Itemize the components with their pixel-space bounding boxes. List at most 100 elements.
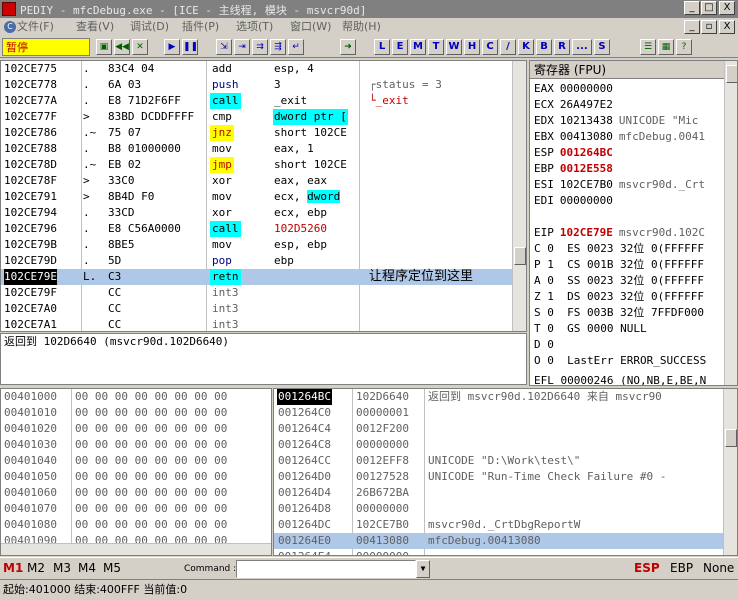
memory-tab-m5[interactable]: M5: [103, 561, 121, 575]
disassembly-pane[interactable]: 102CE775. 83C4 04 add esp, 4 102CE778. 6A 03 p…: [0, 60, 527, 332]
menu-help[interactable]: 帮助(H): [342, 19, 381, 35]
flag-row[interactable]: A 0 SS 0023 32位 0(FFFFFF: [534, 273, 704, 289]
memory-window-button[interactable]: M: [410, 39, 426, 55]
call-stack-window-button[interactable]: K: [518, 39, 534, 55]
trace-into-icon[interactable]: ⇉: [252, 39, 268, 55]
register-value[interactable]: 102CE7B0: [560, 178, 613, 191]
scrollbar-thumb[interactable]: [514, 247, 526, 265]
disasm-row[interactable]: 102CE79B. 8BE5 mov esp, ebp: [1, 237, 512, 253]
registers-scrollbar[interactable]: [724, 61, 737, 385]
flag-row[interactable]: D 0: [534, 337, 554, 353]
child-minimize-button[interactable]: _: [684, 20, 700, 34]
register-value[interactable]: 00000000: [560, 82, 613, 95]
disasm-row[interactable]: 102CE79F CC int3: [1, 285, 512, 301]
menu-options[interactable]: 选项(T): [236, 19, 273, 35]
disasm-row[interactable]: 102CE78F >33C0 xor eax, eax: [1, 173, 512, 189]
dump-row[interactable]: 00401070 00 00 00 00 00 00 00 00: [1, 501, 271, 517]
dump-pane[interactable]: 00401000 00 00 00 00 00 00 00 00 00401010 0…: [0, 388, 272, 556]
dump-hscrollbar[interactable]: [1, 543, 271, 555]
menu-file[interactable]: C 文件(F): [4, 19, 54, 35]
menu-plugins[interactable]: 插件(P): [182, 19, 219, 35]
flag-row[interactable]: O 0 LastErr ERROR_SUCCESS: [534, 353, 706, 369]
modules-window-button[interactable]: E: [392, 39, 408, 55]
options-icon[interactable]: ▦: [658, 39, 674, 55]
chevron-down-icon[interactable]: ▼: [416, 560, 430, 578]
open-icon[interactable]: ▣: [96, 39, 112, 55]
maximize-button[interactable]: □: [701, 1, 717, 15]
help-icon[interactable]: ?: [676, 39, 692, 55]
disassembly-scrollbar[interactable]: [512, 61, 526, 331]
cpu-window-button[interactable]: C: [482, 39, 498, 55]
execute-till-return-icon[interactable]: ↵: [288, 39, 304, 55]
menu-window[interactable]: 窗口(W): [290, 19, 331, 35]
close-program-icon[interactable]: ✕: [132, 39, 148, 55]
source-window-button[interactable]: S: [594, 39, 610, 55]
dump-row[interactable]: 00401080 00 00 00 00 00 00 00 00: [1, 517, 271, 533]
register-value[interactable]: 001264BC: [560, 146, 613, 159]
trace-over-icon[interactable]: ⇶: [270, 39, 286, 55]
stack-row[interactable]: 001264D4 26B672BA: [274, 485, 723, 501]
menu-view[interactable]: 查看(V): [76, 19, 114, 35]
register-value[interactable]: 26A497E2: [560, 98, 613, 111]
stack-mode-ebp[interactable]: EBP: [670, 561, 693, 575]
register-row[interactable]: ESP 001264BC: [534, 145, 619, 161]
disasm-row[interactable]: 102CE77F >83BD DCDDFFFF cmp dword ptr [: [1, 109, 512, 125]
threads-window-button[interactable]: T: [428, 39, 444, 55]
minimize-button[interactable]: _: [684, 1, 700, 15]
registers-pane[interactable]: 寄存器 (FPU) EAX 00000000 ECX 26A497E2 EDX 10213…: [529, 60, 738, 386]
stack-row[interactable]: 001264D8 00000000: [274, 501, 723, 517]
memory-tab-m1[interactable]: M1: [3, 561, 23, 575]
dump-row[interactable]: 00401030 00 00 00 00 00 00 00 00: [1, 437, 271, 453]
disasm-row[interactable]: 102CE77A. E8 71D2F6FF call _exit └_exit: [1, 93, 512, 109]
stack-mode-none[interactable]: None: [703, 561, 734, 575]
disasm-row[interactable]: 102CE794. 33CD xor ecx, ebp: [1, 205, 512, 221]
register-value[interactable]: 00000000: [560, 194, 613, 207]
menu-debug[interactable]: 调试(D): [130, 19, 169, 35]
dump-row[interactable]: 00401060 00 00 00 00 00 00 00 00: [1, 485, 271, 501]
register-row[interactable]: EBP 0012E558: [534, 161, 619, 177]
register-value[interactable]: 10213438: [560, 114, 613, 127]
disasm-row[interactable]: 102CE778. 6A 03 push 3 ┌status = 3: [1, 77, 512, 93]
step-over-icon[interactable]: ⇥: [234, 39, 250, 55]
step-into-icon[interactable]: ⇲: [216, 39, 232, 55]
disasm-row[interactable]: 102CE79D. 5D pop ebp: [1, 253, 512, 269]
disasm-row[interactable]: 102CE791 >8B4D F0 mov ecx, dword: [1, 189, 512, 205]
disasm-row[interactable]: 102CE7A0 CC int3: [1, 301, 512, 317]
register-row[interactable]: EDX 10213438 UNICODE "Mic: [534, 113, 698, 129]
stack-row[interactable]: 001264BC 102D6640 返回到 msvcr90d.102D6640 来自…: [274, 389, 723, 405]
restart-icon[interactable]: ◀◀: [114, 39, 130, 55]
flag-row[interactable]: Z 1 DS 0023 32位 0(FFFFFF: [534, 289, 704, 305]
flag-row[interactable]: C 0 ES 0023 32位 0(FFFFFF: [534, 241, 704, 257]
eflags-row[interactable]: EFL 00000246 (NO,NB,E,BE,N: [534, 373, 706, 385]
registers-title[interactable]: 寄存器 (FPU): [530, 61, 725, 79]
patches-window-button[interactable]: /: [500, 39, 516, 55]
log-window-button[interactable]: L: [374, 39, 390, 55]
pause-icon[interactable]: ❚❚: [182, 39, 198, 55]
stack-row[interactable]: 001264C8 00000000: [274, 437, 723, 453]
stack-mode-esp[interactable]: ESP: [634, 561, 660, 575]
stack-row[interactable]: 001264E4 00000000: [274, 549, 723, 555]
register-row[interactable]: EBX 00413080 mfcDebug.0041: [534, 129, 705, 145]
memory-tab-m4[interactable]: M4: [78, 561, 96, 575]
run-trace-window-button[interactable]: ...: [572, 39, 592, 55]
disasm-row[interactable]: 102CE78D .~ EB 02 jmp short 102CE: [1, 157, 512, 173]
windows-window-button[interactable]: W: [446, 39, 462, 55]
disasm-row[interactable]: 102CE796. E8 C56A0000 call 102D5260: [1, 221, 512, 237]
stack-scrollbar[interactable]: [723, 389, 737, 555]
stack-row[interactable]: 001264CC 0012EFF8 UNICODE "D:\Work\test\": [274, 453, 723, 469]
stack-row[interactable]: 001264C0 00000001: [274, 405, 723, 421]
flag-row[interactable]: T 0 GS 0000 NULL: [534, 321, 647, 337]
register-value[interactable]: 102CE79E: [560, 226, 613, 239]
memory-tab-m2[interactable]: M2: [27, 561, 45, 575]
disasm-row[interactable]: 102CE786 .~ 75 07 jnz short 102CE: [1, 125, 512, 141]
memory-tab-m3[interactable]: M3: [53, 561, 71, 575]
register-row[interactable]: EDI 00000000: [534, 193, 619, 209]
command-input[interactable]: [236, 560, 416, 578]
run-icon[interactable]: ▶: [164, 39, 180, 55]
scrollbar-thumb[interactable]: [725, 429, 737, 447]
list-icon[interactable]: ☰: [640, 39, 656, 55]
dump-row[interactable]: 00401050 00 00 00 00 00 00 00 00: [1, 469, 271, 485]
register-row[interactable]: EAX 00000000: [534, 81, 619, 97]
flag-row[interactable]: P 1 CS 001B 32位 0(FFFFFF: [534, 257, 704, 273]
references-window-button[interactable]: R: [554, 39, 570, 55]
